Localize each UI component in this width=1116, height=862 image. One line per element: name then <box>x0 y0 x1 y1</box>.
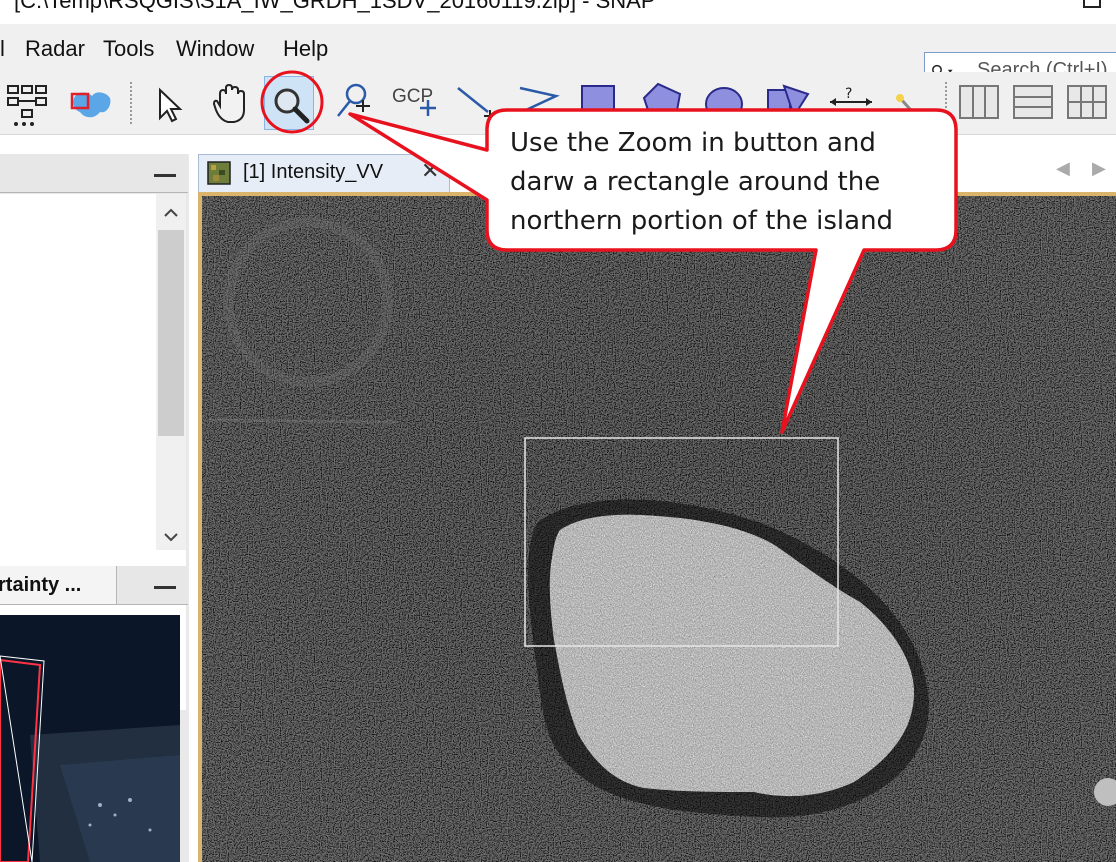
callout-line-3: northern portion of the island <box>510 206 894 236</box>
pin-tool-button[interactable] <box>330 76 380 130</box>
gcp-tool-button[interactable]: GCP <box>390 76 440 130</box>
tile-grid-icon <box>1067 85 1107 119</box>
magic-wand-button[interactable] <box>888 76 938 130</box>
menu-radar[interactable]: Radar <box>25 36 85 62</box>
cursor-icon <box>159 87 183 123</box>
plus-icon <box>420 100 436 116</box>
callout-text: Use the Zoom in button and darw a rectan… <box>510 124 940 241</box>
hand-icon <box>212 83 245 123</box>
raster-band-icon <box>207 161 231 185</box>
svg-text:?: ? <box>845 86 852 102</box>
tile-columns-icon <box>959 85 999 119</box>
vertical-scrollbar[interactable] <box>156 194 186 550</box>
world-map-view[interactable] <box>0 615 180 862</box>
magic-wand-icon <box>896 94 920 120</box>
title-bar: [C:\Temp\RSQGIS\S1A_IW_GRDH_1SDV_2016011… <box>0 0 1116 24</box>
sar-image <box>198 192 1116 862</box>
world-map-icon <box>70 92 111 118</box>
graph-builder-button[interactable] <box>4 76 54 130</box>
range-finder-button[interactable]: ? <box>826 76 876 130</box>
line-tool-button[interactable] <box>452 76 502 130</box>
close-icon[interactable]: ✕ <box>421 158 439 184</box>
toolbar-separator-2 <box>945 82 949 124</box>
polygon-icon <box>642 82 682 117</box>
image-view-tab[interactable]: [1] Intensity_VV ✕ <box>198 154 450 192</box>
world-map-image <box>0 615 180 862</box>
ellipse-tool-button[interactable] <box>700 76 750 130</box>
tab-scroll-left-icon[interactable]: ◀ <box>1056 158 1070 179</box>
menu-help[interactable]: Help <box>283 36 328 62</box>
graph-builder-icon <box>7 85 47 126</box>
window-title: [C:\Temp\RSQGIS\S1A_IW_GRDH_1SDV_2016011… <box>14 0 656 13</box>
rectangle-icon <box>581 85 615 117</box>
polyline-tool-button[interactable] <box>512 76 562 130</box>
shapes-select-icon <box>767 84 810 119</box>
tile-horizontal-button[interactable] <box>956 76 1006 130</box>
tab-scroll-right-icon[interactable]: ▶ <box>1092 158 1106 179</box>
tile-rows-icon <box>1013 85 1053 119</box>
toolbar-separator <box>130 82 134 124</box>
world-map-header <box>117 566 188 605</box>
menu-tools[interactable]: Tools <box>103 36 154 62</box>
rectangle-tool-button[interactable] <box>572 76 622 130</box>
callout-line-1: Use the Zoom in button and <box>510 128 876 158</box>
minimize-icon[interactable] <box>154 586 176 589</box>
pin-icon <box>337 83 370 117</box>
menu-raster[interactable]: l <box>0 36 5 62</box>
product-explorer-header <box>0 154 188 193</box>
zoom-tool-button[interactable] <box>264 76 314 130</box>
pan-tool-button[interactable] <box>206 76 256 130</box>
world-view-button[interactable] <box>66 76 116 130</box>
zoom-in-icon <box>274 88 310 124</box>
minimize-icon[interactable] <box>154 174 176 177</box>
tile-grid-button[interactable] <box>1064 76 1114 130</box>
polyline-icon <box>519 86 560 112</box>
menu-bar: l Radar Tools Window Help <box>0 24 1116 90</box>
tile-vertical-button[interactable] <box>1010 76 1060 130</box>
line-draw-icon <box>457 87 496 122</box>
maximize-icon[interactable] <box>1083 0 1101 8</box>
select-shape-tool-button[interactable] <box>764 76 814 130</box>
image-view[interactable] <box>198 192 1116 862</box>
world-map-tab-label: rtainty ... <box>0 574 82 596</box>
select-tool-button[interactable] <box>144 76 194 130</box>
scroll-down-icon[interactable] <box>162 528 180 546</box>
world-map-tab[interactable]: rtainty ... <box>0 566 117 605</box>
left-panel: rtainty ... <box>0 154 189 862</box>
callout-line-2: darw a rectangle around the <box>510 167 881 197</box>
ellipse-icon <box>705 87 743 121</box>
menu-window[interactable]: Window <box>176 36 254 62</box>
polygon-tool-button[interactable] <box>636 76 686 130</box>
scrollbar-thumb[interactable] <box>158 230 184 436</box>
range-finder-icon: ? <box>830 86 872 106</box>
scroll-up-icon[interactable] <box>162 204 180 222</box>
image-view-tab-label: [1] Intensity_VV <box>243 161 384 183</box>
